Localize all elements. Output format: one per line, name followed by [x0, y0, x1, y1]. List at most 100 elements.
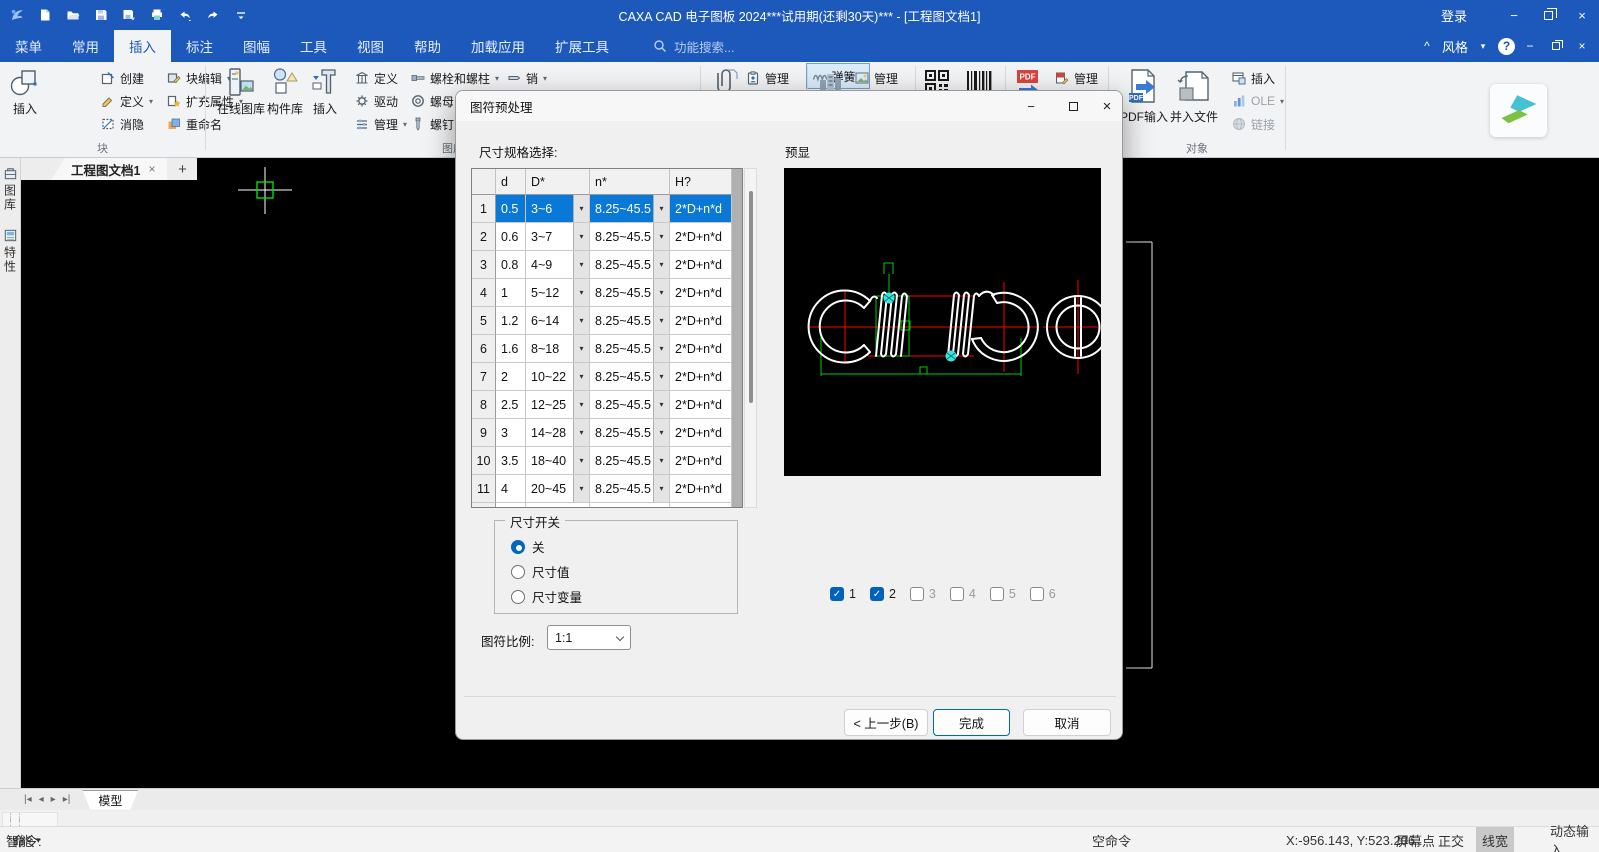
block-create-button[interactable]: 创建: [100, 68, 144, 88]
bolt-button[interactable]: 螺栓和螺柱: [410, 68, 499, 88]
menu-tab-帮助[interactable]: 帮助: [399, 30, 456, 62]
spec-table-cell[interactable]: 8.25~45.5 ▾: [590, 391, 670, 419]
library-drive-button[interactable]: 驱动: [354, 91, 398, 111]
doc-restore-button[interactable]: [1545, 35, 1567, 57]
dialog-maximize-button[interactable]: [1056, 91, 1090, 121]
close-button[interactable]: ×: [1565, 0, 1599, 30]
spec-table-cell[interactable]: 8.25~45.5 ▾: [590, 335, 670, 363]
menu-tab-扩展工具[interactable]: 扩展工具: [540, 30, 624, 62]
cell-dropdown-button[interactable]: ▾: [573, 251, 589, 278]
spec-table-cell[interactable]: 8.25~45.5 ▾: [590, 223, 670, 251]
sidebar-tab-properties[interactable]: 特性: [0, 224, 20, 274]
checkbox-icon[interactable]: [989, 587, 1004, 601]
spec-table-cell[interactable]: 2*D+n*d: [670, 391, 732, 419]
customize-quick-access-icon[interactable]: [230, 4, 252, 26]
restore-button[interactable]: [1531, 0, 1565, 30]
block-define-button[interactable]: 定义: [100, 91, 153, 111]
menu-tab-视图[interactable]: 视图: [342, 30, 399, 62]
spec-table-cell[interactable]: 8.25~45.5 ▾: [590, 447, 670, 475]
dialog-minimize-button[interactable]: −: [1014, 91, 1048, 121]
spec-table-cell[interactable]: 8.25~45.5 ▾: [590, 475, 670, 503]
radio-option-尺寸变量[interactable]: 尺寸变量: [511, 587, 582, 606]
cell-dropdown-button[interactable]: ▾: [653, 279, 669, 306]
spec-table-row-11[interactable]: 11 4 20~45 ▾ 8.25~45.5 ▾ 2*D+n*d: [472, 475, 742, 503]
menu-tab-工具[interactable]: 工具: [285, 30, 342, 62]
cell-dropdown-button[interactable]: ▾: [653, 391, 669, 418]
spec-table-cell[interactable]: 2*D+n*d: [670, 223, 732, 251]
cell-dropdown-button[interactable]: ▾: [653, 223, 669, 250]
checkbox-icon[interactable]: [1029, 587, 1044, 601]
spec-table-cell[interactable]: 2: [472, 223, 496, 251]
screw-button[interactable]: 螺钉: [410, 114, 454, 134]
spec-table-cell[interactable]: 2*D+n*d: [670, 307, 732, 335]
spec-table-cell[interactable]: 2*D+n*d: [670, 195, 732, 223]
spec-table-cell[interactable]: 1.2: [496, 307, 526, 335]
spec-table-cell[interactable]: 20~45 ▾: [526, 475, 590, 503]
pin-button[interactable]: 销: [506, 68, 547, 88]
print-button[interactable]: [146, 4, 168, 26]
view-checkbox-3[interactable]: 3: [909, 587, 936, 601]
object-insert-button[interactable]: 插入: [1231, 68, 1275, 88]
doc-close-button[interactable]: ×: [1571, 35, 1593, 57]
spec-table-cell[interactable]: 12~25 ▾: [526, 391, 590, 419]
style-dropdown-icon[interactable]: ▾: [1472, 35, 1494, 57]
cell-dropdown-button[interactable]: ▾: [573, 195, 589, 222]
spec-table-cell[interactable]: 8.25~45.5 ▾: [590, 195, 670, 223]
spec-table-row-3[interactable]: 3 0.8 4~9 ▾ 8.25~45.5 ▾ 2*D+n*d: [472, 251, 742, 279]
prev-sheet-icon[interactable]: ◂: [39, 794, 44, 805]
spec-table-cell[interactable]: 4: [472, 279, 496, 307]
model-tab[interactable]: 模型: [82, 789, 139, 810]
spec-table-row-2[interactable]: 2 0.6 3~7 ▾ 8.25~45.5 ▾ 2*D+n*d: [472, 223, 742, 251]
checkbox-icon[interactable]: ✓: [869, 587, 884, 601]
document-close-icon[interactable]: ×: [148, 162, 155, 176]
spec-table-cell[interactable]: 2*D+n*d: [670, 251, 732, 279]
spec-table-scrollbar[interactable]: [744, 168, 757, 508]
spec-table-cell[interactable]: 3.5: [496, 447, 526, 475]
component-library-button[interactable]: 构件库: [264, 64, 306, 119]
save-as-button[interactable]: [118, 4, 140, 26]
spec-table-cell[interactable]: 8.25~45.5 ▾: [590, 419, 670, 447]
spec-table-cell[interactable]: 5: [472, 307, 496, 335]
cell-dropdown-button[interactable]: ▾: [653, 363, 669, 390]
doc-minimize-button[interactable]: −: [1519, 35, 1541, 57]
spec-table-cell[interactable]: 8.25~45.5 ▾: [590, 279, 670, 307]
pdf-manage-button[interactable]: 管理: [1054, 68, 1098, 88]
cell-dropdown-button[interactable]: ▾: [573, 335, 589, 362]
new-file-button[interactable]: [34, 4, 56, 26]
next-sheet-icon[interactable]: ▸: [51, 794, 56, 805]
function-search[interactable]: 功能搜索...: [652, 30, 734, 62]
view-checkbox-2[interactable]: ✓ 2: [869, 587, 896, 601]
cell-dropdown-button[interactable]: ▾: [653, 251, 669, 278]
spec-table-cell[interactable]: 8~18 ▾: [526, 335, 590, 363]
menu-tab-标注[interactable]: 标注: [171, 30, 228, 62]
status-item-线宽[interactable]: 线宽: [1476, 827, 1515, 852]
cell-dropdown-button[interactable]: ▾: [573, 447, 589, 474]
save-button[interactable]: [90, 4, 112, 26]
checkbox-icon[interactable]: [909, 587, 924, 601]
view-checkbox-6[interactable]: 6: [1029, 587, 1056, 601]
sidebar-tab-library[interactable]: 图库: [0, 162, 20, 212]
back-button[interactable]: < 上一步(B): [844, 709, 928, 736]
cell-dropdown-button[interactable]: ▾: [573, 307, 589, 334]
spec-table-cell[interactable]: 10~22 ▾: [526, 363, 590, 391]
cancel-button[interactable]: 取消: [1023, 709, 1111, 736]
radio-icon[interactable]: [511, 564, 525, 579]
online-library-button[interactable]: 在线图库: [214, 64, 268, 119]
spec-table-cell[interactable]: 0.8: [496, 251, 526, 279]
spec-table-cell[interactable]: 1: [496, 279, 526, 307]
spec-table-cell[interactable]: 2*D+n*d: [670, 447, 732, 475]
spec-table-cell[interactable]: 2*D+n*d: [670, 475, 732, 503]
last-sheet-icon[interactable]: ▸|: [63, 794, 71, 805]
cell-dropdown-button[interactable]: ▾: [573, 363, 589, 390]
spec-table-cell[interactable]: 0.5: [496, 195, 526, 223]
spec-table-cell[interactable]: 6~14 ▾: [526, 307, 590, 335]
spec-table-cell[interactable]: 8.25~45.5 ▾: [590, 251, 670, 279]
link-button[interactable]: 链接: [1231, 114, 1275, 134]
status-item-智能[interactable]: 智能 ▾: [0, 827, 47, 852]
spec-table-cell[interactable]: 2*D+n*d: [670, 363, 732, 391]
cell-dropdown-button[interactable]: ▾: [653, 475, 669, 502]
minimize-button[interactable]: −: [1497, 0, 1531, 30]
chevron-down-icon[interactable]: ▾: [36, 835, 41, 846]
spec-table-cell[interactable]: 4: [496, 475, 526, 503]
spec-table-cell[interactable]: 14~28 ▾: [526, 419, 590, 447]
